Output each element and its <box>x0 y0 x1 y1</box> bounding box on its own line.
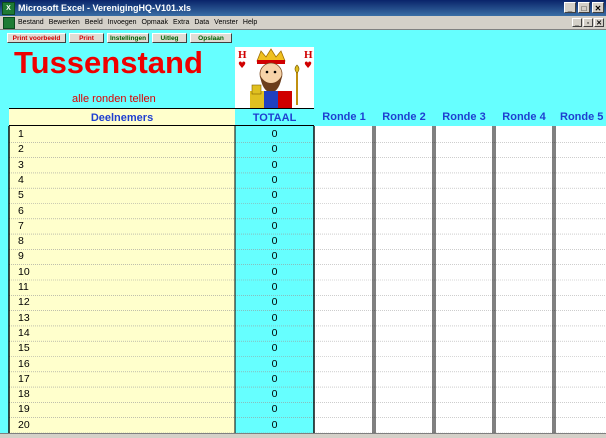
total-cell-17[interactable]: 0 <box>235 372 314 387</box>
menu-venster[interactable]: Venster <box>214 19 238 26</box>
window-title: Microsoft Excel - VerenigingHQ-V101.xls <box>18 3 192 13</box>
menu-invoegen[interactable]: Invoegen <box>108 19 137 26</box>
participant-number-11[interactable]: 11 <box>18 280 218 295</box>
participant-number-8[interactable]: 8 <box>18 234 218 249</box>
total-cell-10[interactable]: 0 <box>235 265 314 280</box>
header-ronde-3: Ronde 3 <box>442 111 486 123</box>
menu-extra[interactable]: Extra <box>173 19 189 26</box>
page-title: Tussenstand <box>14 45 203 80</box>
participant-number-4[interactable]: 4 <box>18 173 218 188</box>
menu-opmaak[interactable]: Opmaak <box>142 19 168 26</box>
participant-number-20[interactable]: 20 <box>18 418 218 433</box>
card-corner-letter: H <box>238 49 247 61</box>
window-titlebar: X Microsoft Excel - VerenigingHQ-V101.xl… <box>0 0 606 16</box>
total-cell-16[interactable]: 0 <box>235 357 314 372</box>
total-cell-19[interactable]: 0 <box>235 402 314 417</box>
total-cell-12[interactable]: 0 <box>235 295 314 310</box>
print-button[interactable]: Print <box>69 33 104 43</box>
worksheet: Print voorbeeld Print Instellingen Uitle… <box>0 30 606 434</box>
total-cell-15[interactable]: 0 <box>235 341 314 356</box>
total-cell-1[interactable]: 0 <box>235 127 314 142</box>
settings-button[interactable]: Instellingen <box>107 33 149 43</box>
total-cell-11[interactable]: 0 <box>235 280 314 295</box>
header-ronde-2: Ronde 2 <box>382 111 426 123</box>
print-preview-button[interactable]: Print voorbeeld <box>7 33 66 43</box>
workbook-close-button[interactable]: ✕ <box>594 18 604 27</box>
participant-number-5[interactable]: 5 <box>18 188 218 203</box>
total-cell-5[interactable]: 0 <box>235 188 314 203</box>
svg-text:♥: ♥ <box>238 61 246 71</box>
participant-number-13[interactable]: 13 <box>18 311 218 326</box>
menu-bar: Bestand Bewerken Beeld Invoegen Opmaak Extra D… <box>0 16 606 30</box>
participant-number-3[interactable]: 3 <box>18 158 218 173</box>
total-cell-13[interactable]: 0 <box>235 311 314 326</box>
participant-number-2[interactable]: 2 <box>18 142 218 157</box>
header-ronde-4: Ronde 4 <box>502 111 546 123</box>
menu-data[interactable]: Data <box>194 19 209 26</box>
header-totaal: TOTAAL <box>235 108 314 126</box>
menu-bestand[interactable]: Bestand <box>18 19 44 26</box>
participant-number-19[interactable]: 19 <box>18 402 218 417</box>
header-ronde-5: Ronde 5 <box>560 111 604 123</box>
total-cell-14[interactable]: 0 <box>235 326 314 341</box>
page-subtitle: alle ronden tellen <box>72 93 156 105</box>
status-bar <box>0 433 606 438</box>
total-cell-9[interactable]: 0 <box>235 249 314 264</box>
help-button[interactable]: Uitleg <box>152 33 187 43</box>
save-button[interactable]: Opslaan <box>190 33 232 43</box>
participant-number-10[interactable]: 10 <box>18 265 218 280</box>
total-cell-7[interactable]: 0 <box>235 219 314 234</box>
participant-number-14[interactable]: 14 <box>18 326 218 341</box>
total-cell-18[interactable]: 0 <box>235 387 314 402</box>
menu-help[interactable]: Help <box>243 19 257 26</box>
total-cell-3[interactable]: 0 <box>235 158 314 173</box>
menu-beeld[interactable]: Beeld <box>85 19 103 26</box>
total-cell-4[interactable]: 0 <box>235 173 314 188</box>
participant-number-9[interactable]: 9 <box>18 249 218 264</box>
svg-text:♥: ♥ <box>304 61 312 71</box>
king-of-hearts-card-icon: H ♥ H ♥ <box>235 47 314 108</box>
participant-number-18[interactable]: 18 <box>18 387 218 402</box>
participant-number-1[interactable]: 1 <box>18 127 218 142</box>
menu-bewerken[interactable]: Bewerken <box>49 19 80 26</box>
workbook-icon[interactable] <box>3 16 15 29</box>
close-button[interactable]: ✕ <box>592 2 604 13</box>
participant-number-12[interactable]: 12 <box>18 295 218 310</box>
total-cell-6[interactable]: 0 <box>235 204 314 219</box>
participant-number-16[interactable]: 16 <box>18 357 218 372</box>
total-cell-2[interactable]: 0 <box>235 142 314 157</box>
total-cell-20[interactable]: 0 <box>235 418 314 433</box>
participant-number-15[interactable]: 15 <box>18 341 218 356</box>
card-corner-letter-right: H <box>304 49 313 61</box>
workbook-restore-button[interactable]: ▫ <box>583 18 593 27</box>
minimize-button[interactable]: _ <box>564 2 576 13</box>
excel-icon: X <box>2 1 15 15</box>
maximize-button[interactable]: □ <box>578 2 590 13</box>
participant-number-6[interactable]: 6 <box>18 204 218 219</box>
total-cell-8[interactable]: 0 <box>235 234 314 249</box>
header-ronde-1: Ronde 1 <box>322 111 366 123</box>
participant-number-17[interactable]: 17 <box>18 372 218 387</box>
participant-number-7[interactable]: 7 <box>18 219 218 234</box>
header-deelnemers: Deelnemers <box>9 108 235 126</box>
workbook-minimize-button[interactable]: _ <box>572 18 582 27</box>
